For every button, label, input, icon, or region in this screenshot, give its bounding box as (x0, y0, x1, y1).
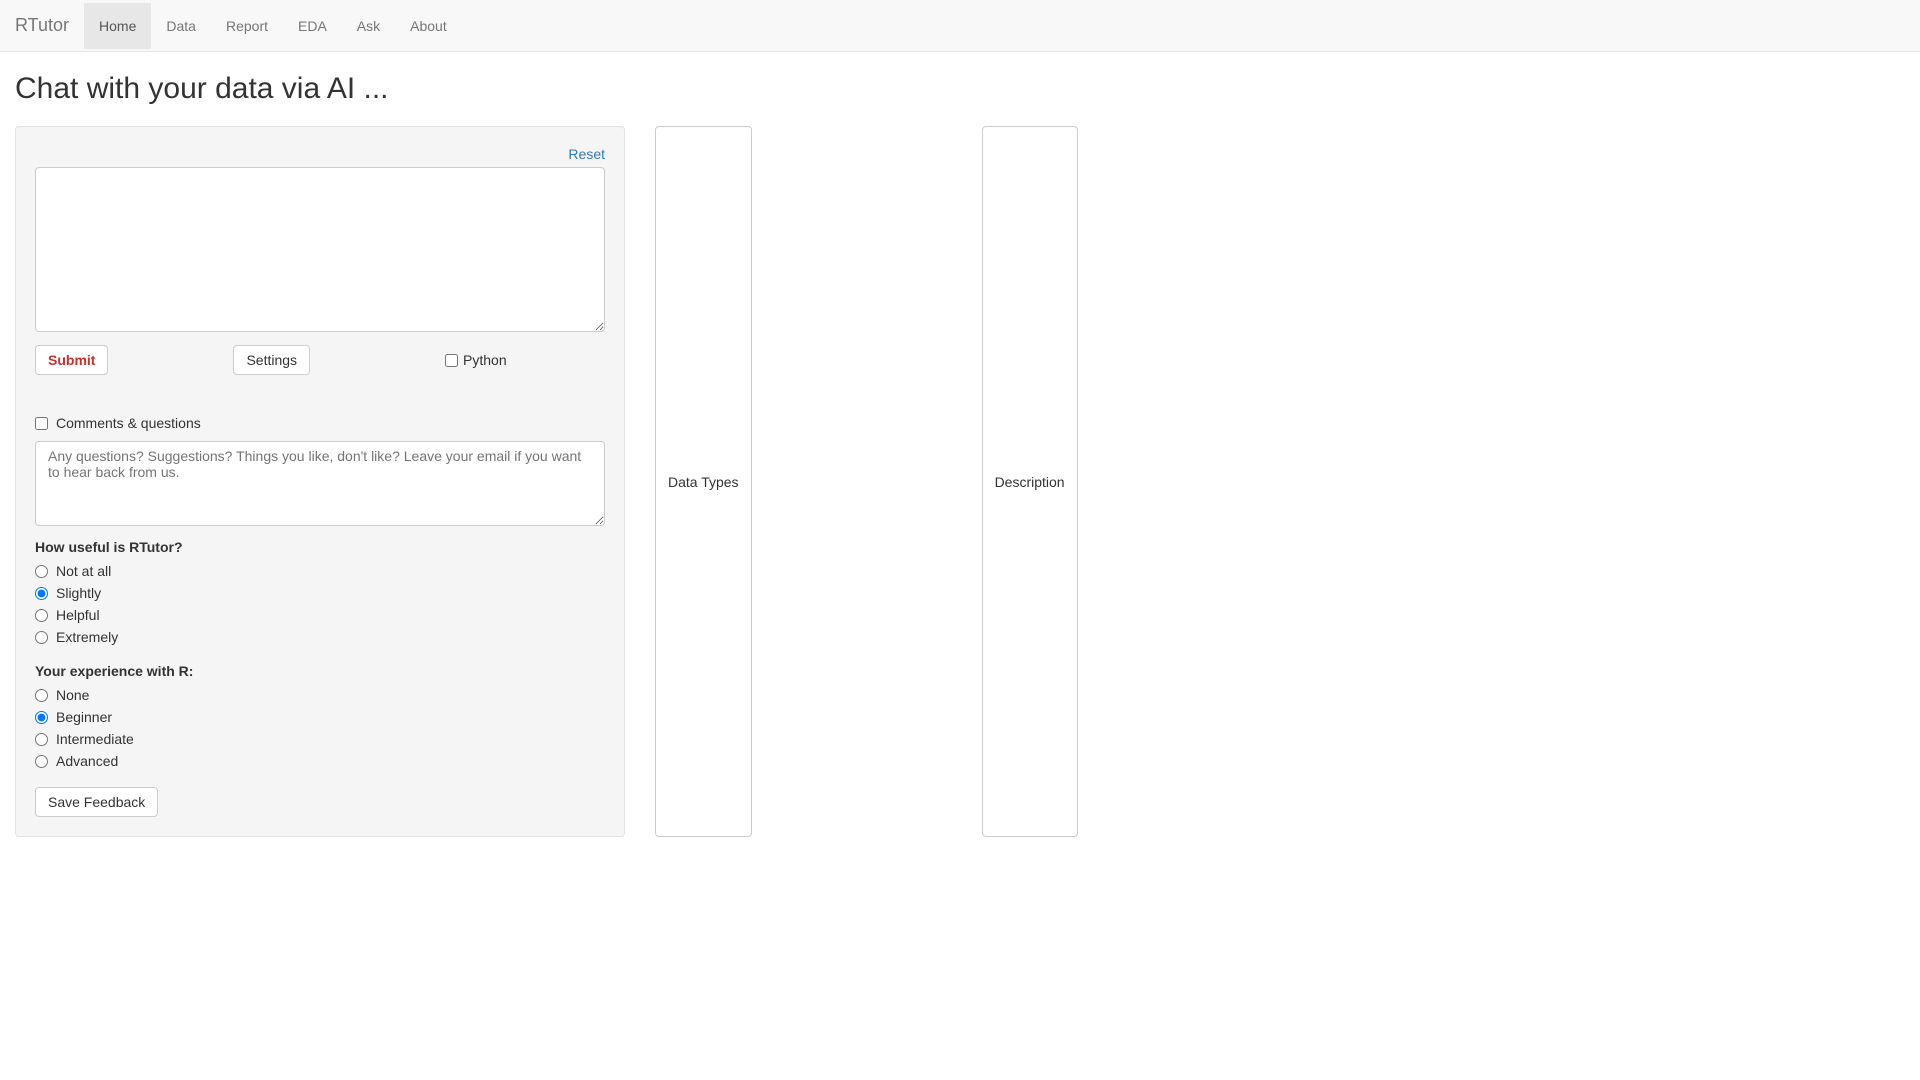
radio-label: None (56, 687, 89, 703)
radio-label: Not at all (56, 563, 111, 579)
nav-tab-data[interactable]: Data (151, 3, 211, 49)
comments-checkbox[interactable] (35, 417, 48, 430)
right-column: Data Types Description (655, 126, 1078, 837)
main-container: Chat with your data via AI ... Reset Sub… (0, 52, 1920, 857)
radio-item: Intermediate (35, 728, 605, 750)
main-input[interactable] (35, 167, 605, 332)
radio-item: Helpful (35, 604, 605, 626)
radio-label: Advanced (56, 753, 118, 769)
experience-radio-intermediate[interactable] (35, 733, 48, 746)
nav-tab-report[interactable]: Report (211, 3, 283, 49)
save-feedback-button[interactable]: Save Feedback (35, 787, 158, 817)
nav-tabs: Home Data Report EDA Ask About (84, 3, 462, 49)
radio-label: Intermediate (56, 731, 134, 747)
experience-radio-beginner[interactable] (35, 711, 48, 724)
settings-button[interactable]: Settings (233, 345, 310, 375)
useful-radio-slightly[interactable] (35, 587, 48, 600)
useful-radio-extremely[interactable] (35, 631, 48, 644)
experience-radio-none[interactable] (35, 689, 48, 702)
reset-link[interactable]: Reset (35, 146, 605, 162)
useful-radio-helpful[interactable] (35, 609, 48, 622)
page-title: Chat with your data via AI ... (15, 72, 1905, 106)
radio-item: Beginner (35, 706, 605, 728)
nav-tab-eda[interactable]: EDA (283, 3, 342, 49)
radio-label: Helpful (56, 607, 100, 623)
submit-button[interactable]: Submit (35, 345, 108, 375)
useful-radio-not-at-all[interactable] (35, 565, 48, 578)
radio-item: Extremely (35, 626, 605, 648)
experience-label: Your experience with R: (35, 663, 605, 679)
experience-radio-advanced[interactable] (35, 755, 48, 768)
radio-label: Slightly (56, 585, 101, 601)
navbar-brand: RTutor (0, 0, 84, 51)
radio-label: Extremely (56, 629, 118, 645)
nav-tab-about[interactable]: About (395, 3, 462, 49)
python-checkbox-wrapper: Python (445, 352, 507, 368)
radio-label: Beginner (56, 709, 112, 725)
controls-row: Submit Settings Python (35, 345, 605, 375)
comments-label: Comments & questions (56, 415, 201, 431)
radio-item: Slightly (35, 582, 605, 604)
description-button[interactable]: Description (982, 126, 1078, 837)
sidebar-panel: Reset Submit Settings Python Comments & … (15, 126, 625, 837)
radio-item: None (35, 684, 605, 706)
content-row: Reset Submit Settings Python Comments & … (15, 126, 1905, 837)
useful-label: How useful is RTutor? (35, 539, 605, 555)
comments-checkbox-wrapper: Comments & questions (35, 415, 605, 431)
python-checkbox[interactable] (445, 354, 458, 367)
nav-tab-ask[interactable]: Ask (342, 3, 395, 49)
python-label: Python (463, 352, 507, 368)
feedback-input[interactable] (35, 441, 605, 526)
radio-item: Advanced (35, 750, 605, 772)
navbar: RTutor Home Data Report EDA Ask About (0, 0, 1920, 52)
useful-radio-group: Not at all Slightly Helpful Extremely (35, 560, 605, 648)
experience-radio-group: None Beginner Intermediate Advanced (35, 684, 605, 772)
radio-item: Not at all (35, 560, 605, 582)
nav-tab-home[interactable]: Home (84, 3, 151, 49)
data-types-button[interactable]: Data Types (655, 126, 752, 837)
